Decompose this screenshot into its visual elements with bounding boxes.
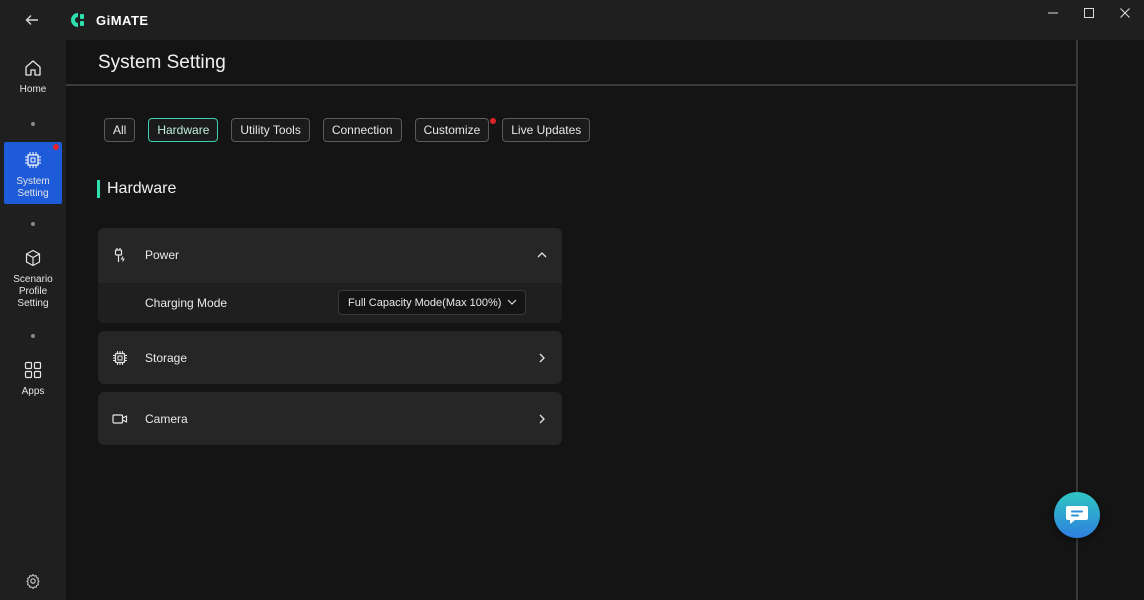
header-divider bbox=[66, 84, 1076, 86]
gimate-logo-icon bbox=[71, 13, 84, 27]
power-label: Power bbox=[145, 248, 180, 262]
maximize-icon bbox=[1084, 8, 1094, 18]
minimize-button[interactable] bbox=[1042, 6, 1064, 20]
sidebar-item-system-setting[interactable]: System Setting bbox=[4, 142, 62, 204]
cube-icon bbox=[23, 248, 43, 268]
storage-card[interactable]: Storage bbox=[98, 331, 562, 384]
sidebar-item-label: System Setting bbox=[16, 176, 50, 199]
battery-plug-icon bbox=[112, 247, 128, 263]
nav-separator-dot bbox=[31, 122, 35, 126]
section-title: Hardware bbox=[107, 180, 177, 197]
sidebar-item-home[interactable]: Home bbox=[4, 58, 62, 102]
close-icon bbox=[1120, 8, 1130, 18]
camera-icon bbox=[112, 411, 128, 427]
close-button[interactable] bbox=[1114, 6, 1136, 20]
minimize-icon bbox=[1048, 12, 1058, 14]
grid-icon bbox=[23, 360, 43, 380]
page-title: System Setting bbox=[98, 52, 226, 73]
tab-label: Live Updates bbox=[511, 123, 582, 137]
tab-hardware[interactable]: Hardware bbox=[148, 118, 219, 142]
chat-icon bbox=[1066, 506, 1088, 524]
chevron-right-icon bbox=[535, 412, 549, 426]
sidebar-item-label: Apps bbox=[21, 386, 45, 397]
app-logo: GiMATE bbox=[70, 12, 149, 28]
tab-connection[interactable]: Connection bbox=[322, 118, 402, 142]
sidebar-item-apps[interactable]: Apps bbox=[4, 360, 62, 404]
chip-icon bbox=[23, 150, 43, 170]
nav-separator-dot bbox=[31, 222, 35, 226]
notification-badge bbox=[53, 144, 59, 150]
live-updates-badge bbox=[490, 118, 496, 124]
camera-label: Camera bbox=[145, 412, 188, 426]
settings-button[interactable] bbox=[25, 573, 41, 589]
charging-mode-value: Full Capacity Mode(Max 100%) bbox=[348, 296, 502, 309]
sidebar-item-label: Scenario Profile Setting bbox=[13, 274, 53, 309]
category-tabs: All Hardware Utility Tools Connection Cu… bbox=[104, 118, 591, 142]
storage-label: Storage bbox=[145, 351, 188, 365]
chat-support-button[interactable] bbox=[1054, 492, 1100, 538]
tab-live-updates[interactable]: Live Updates bbox=[502, 118, 591, 142]
chevron-up-icon bbox=[535, 248, 549, 262]
gear-icon bbox=[26, 574, 40, 589]
chevron-right-icon bbox=[535, 351, 549, 365]
chevron-down-icon bbox=[507, 299, 517, 305]
section-accent-bar bbox=[97, 180, 100, 198]
home-icon bbox=[23, 58, 43, 78]
maximize-button[interactable] bbox=[1078, 6, 1100, 20]
tab-customize[interactable]: Customize bbox=[414, 118, 490, 142]
tab-utility-tools[interactable]: Utility Tools bbox=[231, 118, 310, 142]
charging-mode-row: Charging Mode Full Capacity Mode(Max 100… bbox=[98, 283, 562, 323]
title-bar: GiMATE bbox=[0, 0, 1144, 40]
nav-separator-dot bbox=[31, 334, 35, 338]
sidebar: Home System Setting Scenario Profile Set… bbox=[0, 40, 66, 600]
sidebar-item-label: Home bbox=[19, 84, 47, 95]
storage-chip-icon bbox=[112, 350, 128, 366]
camera-card[interactable]: Camera bbox=[98, 392, 562, 445]
sidebar-item-scenario-profile[interactable]: Scenario Profile Setting bbox=[4, 248, 62, 312]
back-arrow-icon bbox=[25, 15, 38, 25]
charging-mode-dropdown[interactable]: Full Capacity Mode(Max 100%) bbox=[338, 290, 526, 315]
app-name: GiMATE bbox=[96, 12, 149, 28]
back-button[interactable] bbox=[20, 10, 44, 30]
tab-all[interactable]: All bbox=[104, 118, 136, 142]
power-header[interactable]: Power bbox=[98, 228, 562, 282]
charging-mode-label: Charging Mode bbox=[145, 296, 228, 310]
power-card: Power Charging Mode Full Capacity Mode(M… bbox=[98, 228, 562, 323]
